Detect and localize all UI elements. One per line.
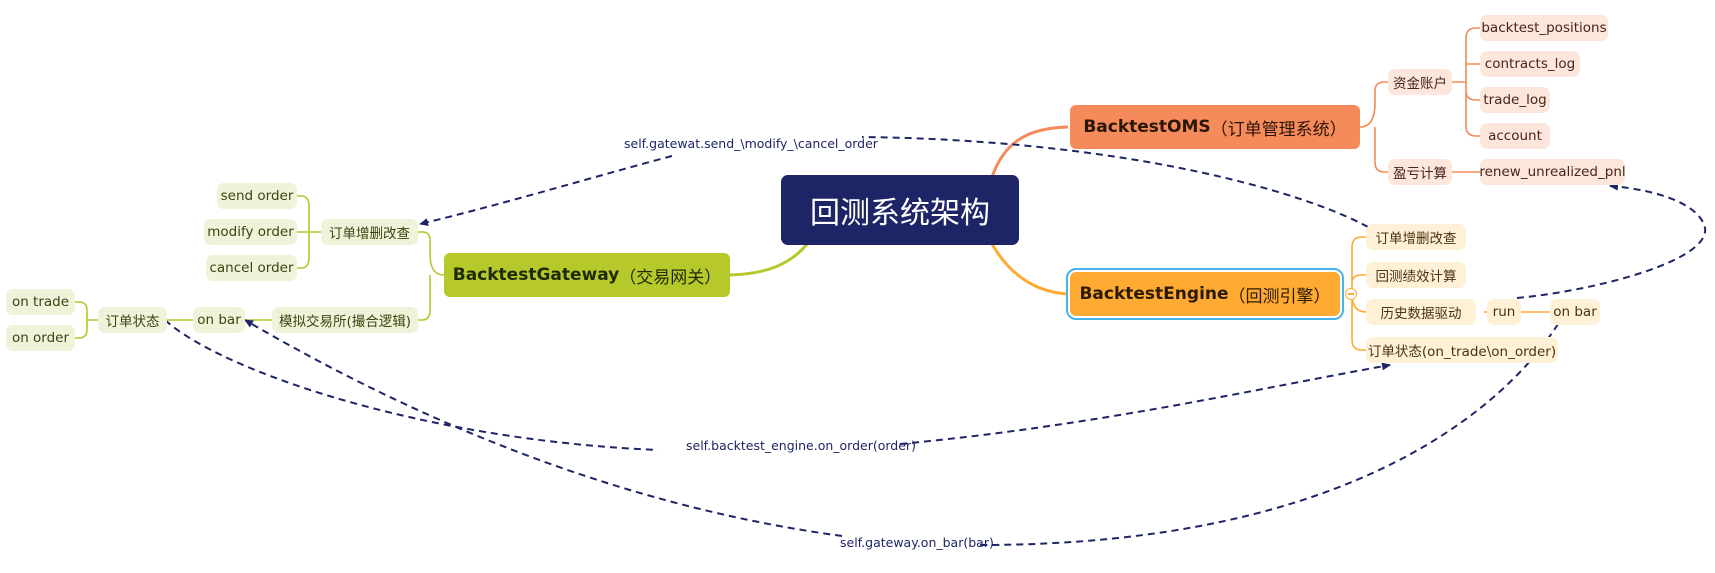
leaf-send-order[interactable]: send order: [217, 183, 297, 209]
relation-label-engine-on-order[interactable]: self.backtest_engine.on_order(order): [686, 438, 916, 453]
leaf-trade-log[interactable]: trade_log: [1480, 87, 1550, 113]
leaf-on-order[interactable]: on order: [6, 325, 75, 351]
leaf-label: cancel order: [209, 260, 294, 276]
leaf-renew-unrealized-pnl[interactable]: renew_unrealized_pnl: [1479, 159, 1626, 185]
central-topic-label: 回测系统架构: [810, 196, 990, 231]
leaf-label: 订单状态: [105, 314, 160, 330]
leaf-label: 订单状态(on_trade\on_order): [1367, 344, 1557, 360]
exchange-label: 模拟交易所(撮合逻辑): [278, 314, 412, 330]
leaf-label: 订单增删改查: [1375, 231, 1457, 247]
leaf-label: backtest_positions: [1481, 20, 1607, 36]
oms-subtitle: （订单管理系统）: [1210, 119, 1347, 140]
oms-title: BacktestOMS: [1083, 117, 1211, 137]
leaf-engine-run[interactable]: run: [1487, 299, 1521, 325]
leaf-label: send order: [220, 188, 294, 204]
branch-oms-split: [1359, 81, 1388, 173]
subtopic-pnl-group[interactable]: 盈亏计算: [1388, 159, 1452, 185]
leaf-on-trade[interactable]: on trade: [6, 289, 75, 315]
leaf-label: modify order: [207, 224, 294, 240]
leaf-engine-performance[interactable]: 回测绩效计算: [1366, 262, 1466, 288]
leaf-engine-order-status[interactable]: 订单状态(on_trade\on_order): [1366, 337, 1558, 363]
topic-backtest-oms[interactable]: BacktestOMS （订单管理系统）: [1070, 105, 1360, 149]
account-group-label: 资金账户: [1393, 76, 1447, 92]
leaf-engine-order-crud[interactable]: 订单增删改查: [1366, 224, 1466, 250]
branch-central-oms: [990, 125, 1069, 178]
leaf-engine-history-driver[interactable]: 历史数据驱动: [1366, 299, 1476, 325]
relation-label-send-modify-cancel[interactable]: self.gatewat.send_\modify_\cancel_order: [624, 136, 878, 151]
leaf-gateway-order-status[interactable]: 订单状态: [98, 307, 167, 333]
branch-status-items: [75, 301, 98, 339]
branch-central-engine: [990, 243, 1069, 296]
relation-label-gateway-on-bar[interactable]: self.gateway.on_bar(bar): [840, 535, 994, 550]
leaf-label: on bar: [197, 312, 241, 328]
leaf-modify-order[interactable]: modify order: [204, 219, 297, 245]
subtopic-order-crud[interactable]: 订单增删改查: [321, 219, 418, 245]
leaf-contracts-log[interactable]: contracts_log: [1480, 51, 1580, 77]
relation-run-to-pnl: [1516, 182, 1707, 299]
collapse-toggle-icon[interactable]: [1345, 288, 1357, 300]
leaf-label: account: [1488, 128, 1542, 144]
leaf-cancel-order[interactable]: cancel order: [206, 255, 297, 281]
gateway-subtitle: （交易网关）: [619, 267, 722, 288]
order-group-label: 订单增删改查: [329, 226, 410, 242]
leaf-gateway-on-bar[interactable]: on bar: [193, 307, 245, 333]
subtopic-exchange[interactable]: 模拟交易所(撮合逻辑): [272, 307, 418, 333]
pnl-group-label: 盈亏计算: [1393, 166, 1447, 182]
leaf-label: renew_unrealized_pnl: [1479, 164, 1626, 180]
leaf-label: on bar: [1553, 304, 1597, 320]
leaf-label: 历史数据驱动: [1380, 306, 1462, 322]
leaf-label: on order: [11, 330, 70, 346]
relation-gateway-on-bar: [245, 320, 1559, 546]
leaf-account[interactable]: account: [1480, 123, 1550, 149]
branch-gateway-split: [418, 231, 445, 321]
engine-subtitle: （回测引擎）: [1228, 286, 1331, 307]
gateway-title: BacktestGateway: [452, 265, 620, 285]
topic-backtest-gateway[interactable]: BacktestGateway （交易网关）: [444, 253, 730, 297]
leaf-label: trade_log: [1483, 92, 1547, 108]
relation-engine-on-order: [164, 319, 1390, 451]
leaf-label: on trade: [11, 294, 70, 310]
leaf-engine-on-bar[interactable]: on bar: [1550, 299, 1600, 325]
subtopic-account-group[interactable]: 资金账户: [1388, 69, 1452, 95]
central-topic[interactable]: 回测系统架构: [781, 175, 1019, 245]
topic-backtest-engine[interactable]: BacktestEngine （回测引擎）: [1066, 268, 1344, 320]
leaf-label: contracts_log: [1484, 56, 1576, 72]
leaf-label: 回测绩效计算: [1375, 269, 1457, 285]
leaf-backtest-positions[interactable]: backtest_positions: [1480, 15, 1608, 41]
branch-order-items: [297, 195, 321, 269]
branch-account-items: [1452, 27, 1480, 137]
branch-central-gateway: [729, 243, 809, 277]
leaf-label: run: [1492, 304, 1516, 320]
engine-title: BacktestEngine: [1079, 284, 1229, 304]
